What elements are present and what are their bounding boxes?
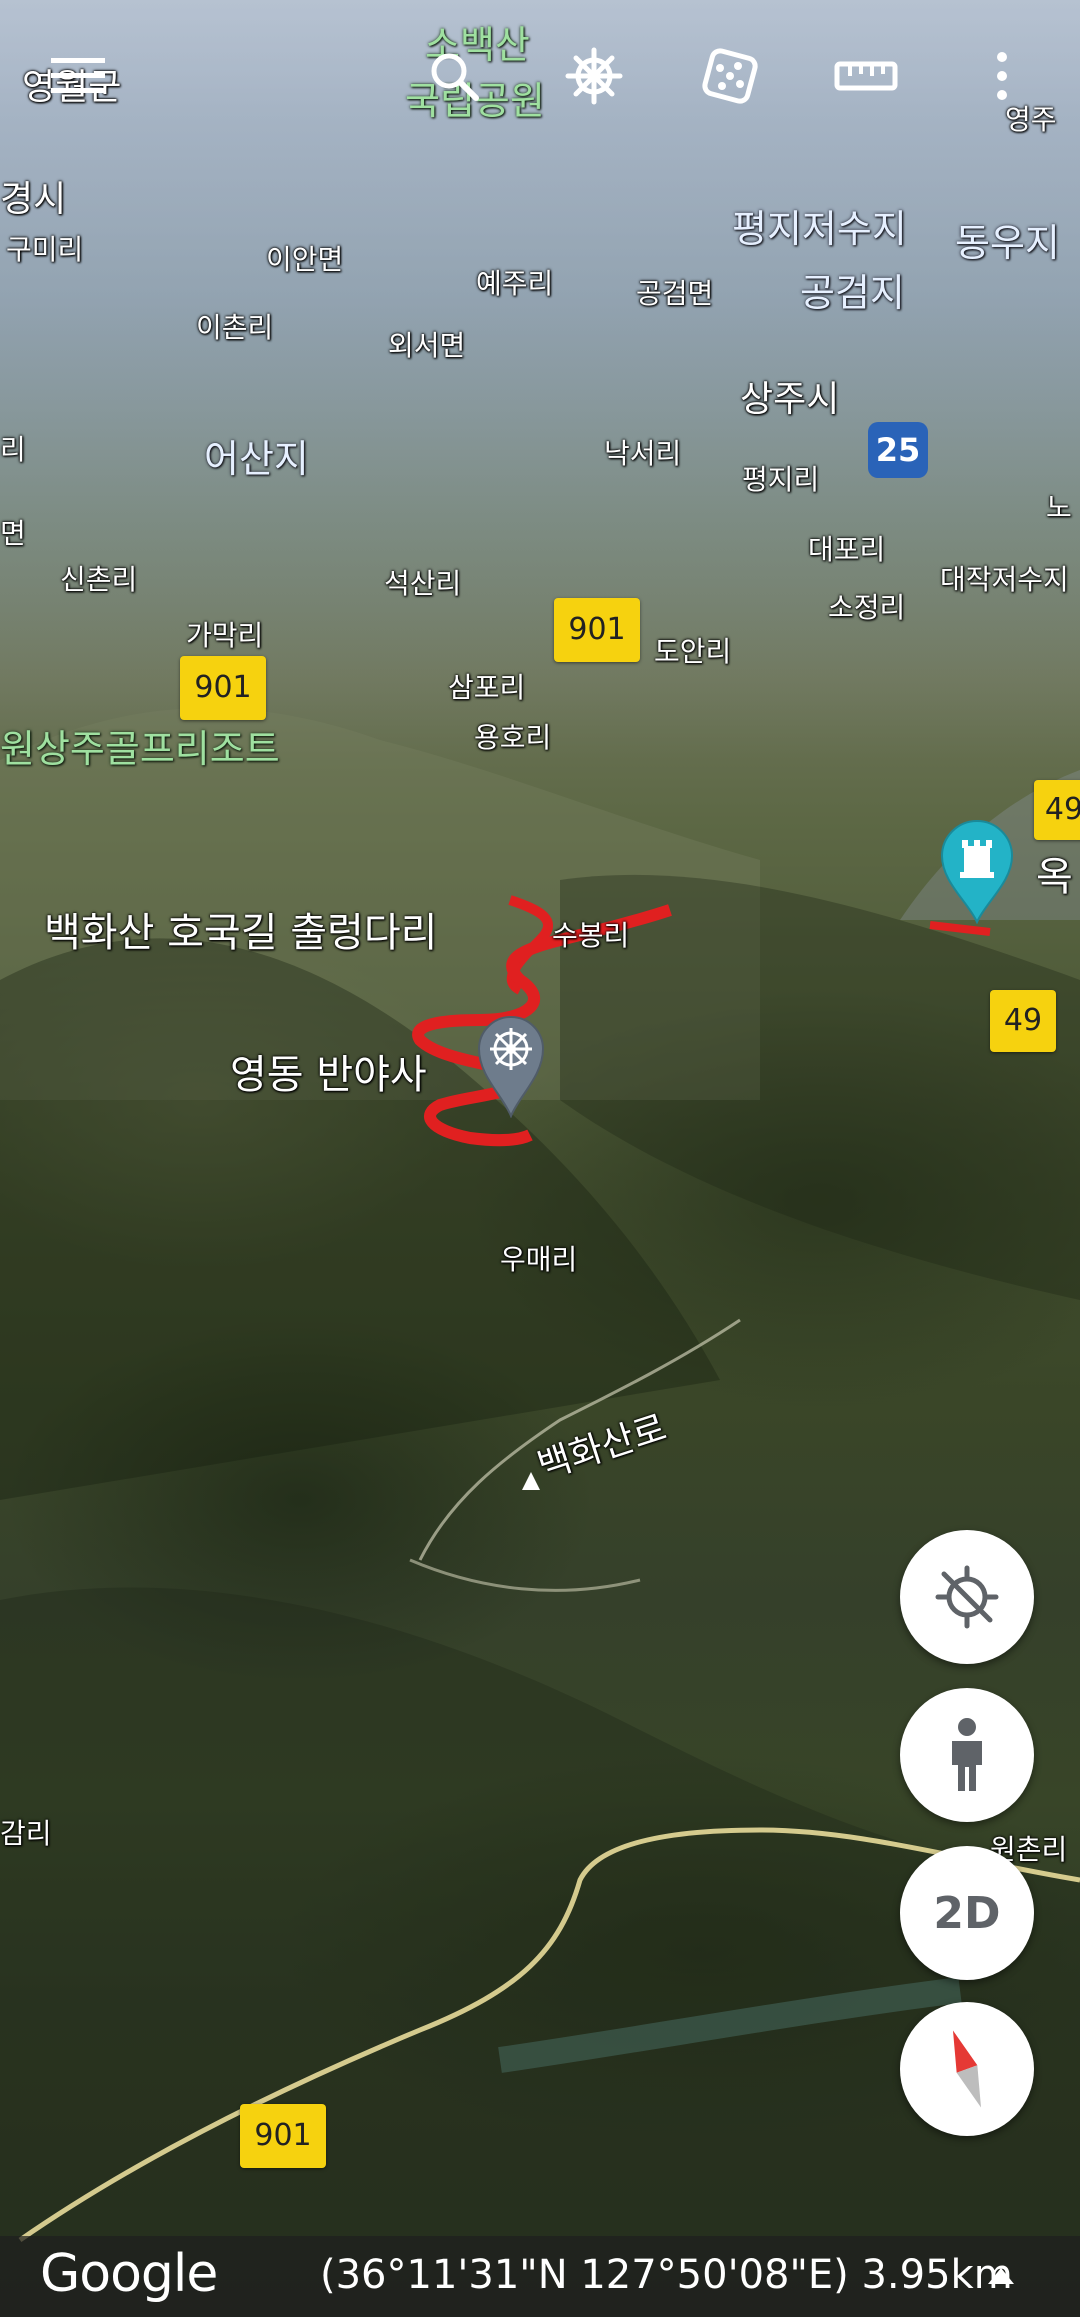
search-icon bbox=[431, 53, 479, 101]
place-label: 예주리 bbox=[476, 267, 554, 300]
feeling-lucky-icon bbox=[702, 48, 758, 104]
street-view-button[interactable] bbox=[900, 1688, 1034, 1822]
location-off-icon bbox=[935, 1565, 999, 1629]
terrain-shading bbox=[0, 707, 1080, 2317]
reservoir-label: 어산지 bbox=[204, 437, 309, 481]
place-label: 우매리 bbox=[500, 1243, 578, 1276]
place-label: 도안리 bbox=[654, 635, 732, 668]
reservoir-label: 평지저수지 bbox=[732, 207, 907, 251]
place-label: 대포리 bbox=[808, 533, 886, 566]
measure-button[interactable] bbox=[826, 40, 906, 112]
place-label: 석산리 bbox=[384, 567, 462, 600]
place-label: 외서면 bbox=[388, 329, 466, 362]
google-logo: Google bbox=[40, 2244, 218, 2304]
reservoir-label: 동우지 bbox=[955, 221, 1060, 265]
toggle-2d-button[interactable]: 2D bbox=[900, 1846, 1034, 1980]
place-label: 수봉리 bbox=[552, 919, 630, 952]
place-label: 평지리 bbox=[742, 463, 820, 496]
place-label: 면 bbox=[0, 517, 26, 550]
more-options-icon bbox=[997, 52, 1007, 100]
compass-icon bbox=[952, 2030, 982, 2108]
top-toolbar bbox=[0, 0, 1080, 140]
route-shield: 901 bbox=[180, 656, 266, 720]
menu-button[interactable] bbox=[38, 40, 118, 112]
place-label: 이안면 bbox=[266, 243, 344, 276]
place-label: 이촌리 bbox=[196, 311, 274, 344]
reservoir-label: 대작저수지 bbox=[940, 563, 1069, 596]
castle-pin-icon[interactable] bbox=[938, 818, 1016, 924]
national-route-shield: 25 bbox=[868, 422, 928, 478]
place-label: 가막리 bbox=[186, 619, 264, 652]
road-direction-icon bbox=[522, 1472, 540, 1490]
location-button[interactable] bbox=[900, 1530, 1034, 1664]
pegman-icon bbox=[952, 1718, 982, 1791]
temple-pin-icon[interactable] bbox=[476, 1014, 546, 1118]
route-shield: 49 bbox=[990, 990, 1056, 1052]
poi-label-temple: 영동 반야사 bbox=[230, 1052, 427, 1098]
search-button[interactable] bbox=[414, 40, 494, 112]
route-shield: 49 bbox=[1034, 780, 1080, 840]
feeling-lucky-button[interactable] bbox=[690, 40, 770, 112]
place-label: 소정리 bbox=[828, 591, 906, 624]
expand-up-icon[interactable] bbox=[986, 2264, 1016, 2286]
place-label: 노 bbox=[1046, 491, 1072, 524]
status-bar: Google (36°11'31"N 127°50'08"E) 3.95km bbox=[0, 2236, 1080, 2317]
route-shield: 901 bbox=[240, 2104, 326, 2168]
reservoir-label: 공검지 bbox=[800, 271, 905, 315]
measure-icon bbox=[834, 61, 898, 91]
menu-icon bbox=[51, 58, 105, 93]
place-label: 리 bbox=[0, 433, 26, 466]
route-shield: 901 bbox=[554, 598, 640, 662]
coordinates-readout[interactable]: (36°11'31"N 127°50'08"E) 3.95km bbox=[320, 2252, 1013, 2298]
place-label: 감리 bbox=[0, 1817, 52, 1850]
voyager-icon bbox=[565, 47, 623, 105]
poi-label-bridge: 백화산 호국길 출렁다리 bbox=[44, 910, 438, 956]
place-label: 구미리 bbox=[6, 233, 84, 266]
place-label: 신촌리 bbox=[60, 563, 138, 596]
more-options-button[interactable] bbox=[962, 40, 1042, 112]
toggle-2d-label: 2D bbox=[933, 1887, 1001, 1939]
place-label: 공검면 bbox=[636, 277, 714, 310]
place-label: 삼포리 bbox=[448, 671, 526, 704]
place-label: 낙서리 bbox=[604, 437, 682, 470]
place-label: 용호리 bbox=[474, 721, 552, 754]
compass-button[interactable] bbox=[900, 2002, 1034, 2136]
map-view[interactable]: 영월군 소백산 국립공원 영주 경시 구미리 이안면 예주리 공검면 평지저수지… bbox=[0, 0, 1080, 2317]
place-label: 옥 bbox=[1036, 854, 1073, 900]
city-label: 상주시 bbox=[740, 379, 840, 420]
voyager-button[interactable] bbox=[554, 40, 634, 112]
place-label: 경시 bbox=[0, 179, 67, 220]
resort-label: 원상주골프리조트 bbox=[0, 727, 280, 771]
